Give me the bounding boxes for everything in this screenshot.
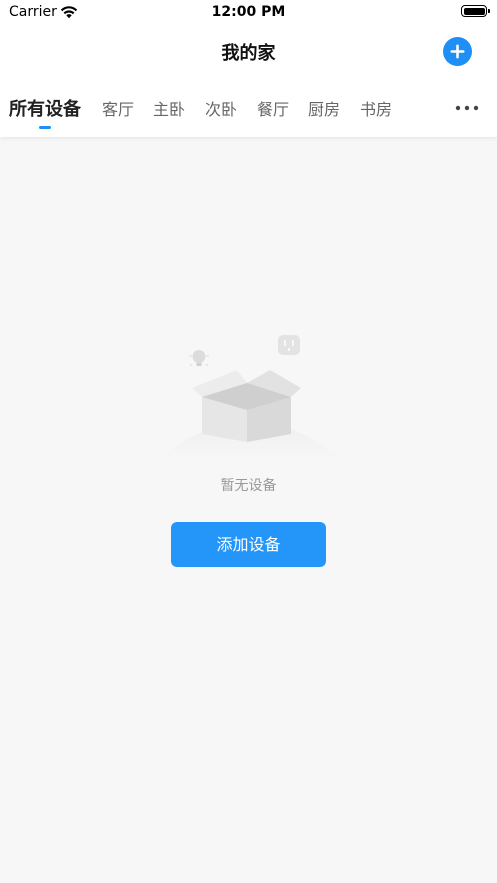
app-header: 我的家 [0,26,497,80]
active-tab-indicator [39,126,51,129]
add-device-button[interactable] [443,37,472,66]
room-tabs: 所有设备 客厅 主卧 次卧 餐厅 厨房 书房 [0,80,497,137]
battery-icon [461,5,490,17]
tab-dining-room[interactable]: 餐厅 [257,96,289,120]
add-device-primary-button[interactable]: 添加设备 [171,522,326,567]
more-horizontal-icon[interactable] [455,104,479,112]
tab-all-devices[interactable]: 所有设备 [9,95,81,121]
tab-second-bedroom[interactable]: 次卧 [205,96,237,120]
tab-kitchen[interactable]: 厨房 [308,96,340,120]
tab-master-bedroom[interactable]: 主卧 [153,96,185,120]
status-bar: Carrier 12:00 PM [0,0,497,26]
plus-circle-icon [450,44,465,59]
page-title: 我的家 [221,43,276,64]
empty-box-icon [160,335,340,458]
empty-state-message: 暂无设备 [220,478,277,494]
clock: 12:00 PM [211,4,286,20]
tab-living-room[interactable]: 客厅 [102,96,134,120]
tab-study[interactable]: 书房 [360,96,392,120]
